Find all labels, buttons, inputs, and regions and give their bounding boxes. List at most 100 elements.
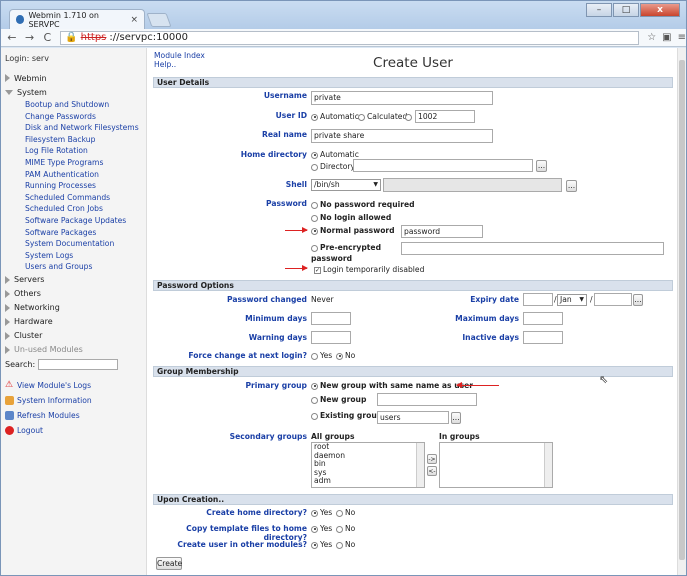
create-other-no[interactable]: No [336,540,355,549]
category-unused-modules[interactable]: Un-used Modules [5,343,146,357]
category-hardware[interactable]: Hardware [5,315,146,329]
address-bar[interactable]: 🔒 https://servpc:10000 [60,30,640,45]
view-logs-link[interactable]: ⚠ View Module's Logs [5,378,146,393]
module-link[interactable]: Filesystem Backup [25,134,146,146]
warning-days-input[interactable] [311,331,351,344]
module-link[interactable]: Software Packages [25,227,146,239]
close-window-button[interactable]: x [640,3,680,17]
reload-icon[interactable]: C [42,31,52,44]
existing-group-input[interactable]: users [377,411,449,424]
bookmark-star-icon[interactable]: ☆ [647,32,656,43]
inactive-days-input[interactable] [523,331,563,344]
module-link[interactable]: System Logs [25,250,146,262]
module-link[interactable]: Running Processes [25,180,146,192]
userid-calculated-option[interactable]: Calculated [358,112,407,121]
system-information-link[interactable]: System Information [5,393,146,408]
maximize-button[interactable]: □ [613,3,639,17]
category-servers[interactable]: Servers [5,273,146,287]
forward-icon[interactable]: → [25,31,35,44]
back-icon[interactable]: ← [7,31,17,44]
module-link[interactable]: PAM Authentication [25,169,146,181]
userid-automatic-option[interactable]: Automatic [311,112,359,121]
browser-tab[interactable]: Webmin 1.710 on SERVPC × [9,9,145,29]
login-disabled-checkbox[interactable]: ✓ Login temporarily disabled [314,265,424,274]
module-link[interactable]: Change Passwords [25,111,146,123]
in-groups-label: In groups [439,432,480,441]
homedir-browse-button[interactable]: ... [536,160,547,172]
pw-nologin-option[interactable]: No login allowed [311,213,391,222]
copy-files-yes[interactable]: Yes [311,524,332,533]
module-link[interactable]: MIME Type Programs [25,157,146,169]
category-webmin[interactable]: Webmin [5,71,146,85]
all-groups-list[interactable]: root daemon bin sys adm [311,442,425,488]
module-link[interactable]: Scheduled Cron Jobs [25,203,146,215]
pg-new-option[interactable]: New group [311,395,366,404]
module-link[interactable]: Scheduled Commands [25,192,146,204]
category-networking[interactable]: Networking [5,301,146,315]
force-change-no[interactable]: No [336,351,355,360]
scrollbar-thumb[interactable] [679,60,685,560]
expiry-year-input[interactable] [594,293,632,306]
annotation-arrow-icon [285,265,308,271]
min-days-input[interactable] [311,312,351,325]
pg-same-name-option[interactable]: New group with same name as user [311,381,473,390]
realname-input[interactable]: private share [311,129,493,143]
add-group-button[interactable]: -> [427,454,437,464]
userid-input[interactable]: 1002 [415,110,475,123]
list-scrollbar[interactable] [416,443,424,487]
pw-none-option[interactable]: No password required [311,200,415,209]
normal-password-input[interactable]: password [401,225,483,238]
expiry-month-select[interactable]: Jan [557,294,587,306]
extension-icon[interactable]: ▣ [662,32,671,43]
pw-preencrypted-option[interactable]: Pre-encrypted password [311,242,381,264]
in-groups-list[interactable] [439,442,553,488]
max-days-input[interactable] [523,312,563,325]
list-item[interactable]: adm [314,477,424,486]
module-link[interactable]: Software Package Updates [25,215,146,227]
minimize-button[interactable]: – [586,3,612,17]
category-cluster[interactable]: Cluster [5,329,146,343]
expiry-calendar-button[interactable]: ... [633,294,643,306]
force-change-yes[interactable]: Yes [311,351,332,360]
group-browse-button[interactable]: ... [451,412,461,424]
create-button[interactable]: Create [156,557,182,570]
radio-icon [311,163,318,171]
sidebar: Login: serv Webmin System Bootup and Shu… [1,48,147,575]
close-tab-icon[interactable]: × [130,15,138,25]
homedir-automatic-option[interactable]: Automatic [311,150,359,159]
expiry-day-input[interactable] [523,293,553,306]
shell-browse-button[interactable]: ... [566,180,577,192]
username-input[interactable]: private [311,91,493,105]
page-scrollbar[interactable] [677,48,686,575]
new-group-input[interactable] [377,393,477,406]
option-text: No [345,540,356,549]
module-link[interactable]: Disk and Network Filesystems [25,122,146,134]
create-home-yes[interactable]: Yes [311,508,332,517]
module-link[interactable]: Log File Rotation [25,145,146,157]
pg-existing-option[interactable]: Existing group [311,411,382,420]
list-item[interactable]: daemon [314,451,424,461]
module-link[interactable]: Bootup and Shutdown [25,99,146,111]
homedir-directory-option[interactable]: Directory [311,162,355,171]
list-scrollbar[interactable] [544,443,552,487]
option-text: Existing group [320,411,383,420]
menu-icon[interactable]: ≡ [678,32,686,43]
refresh-modules-link[interactable]: Refresh Modules [5,408,146,423]
preencrypted-password-input[interactable] [401,242,664,255]
shell-select[interactable]: /bin/sh [311,179,381,191]
logout-link[interactable]: Logout [5,423,146,438]
module-link[interactable]: System Documentation [25,238,146,250]
category-others[interactable]: Others [5,287,146,301]
module-link[interactable]: Users and Groups [25,261,146,273]
search-input[interactable] [38,358,119,370]
pw-normal-option[interactable]: Normal password [311,226,395,235]
create-other-yes[interactable]: Yes [311,540,332,549]
copy-files-no[interactable]: No [336,524,355,533]
userid-manual-radio[interactable] [405,112,414,121]
create-home-no[interactable]: No [336,508,355,517]
homedir-input[interactable] [353,159,533,172]
remove-group-button[interactable]: <- [427,466,437,476]
category-system[interactable]: System [5,85,146,99]
new-tab-button[interactable] [146,13,172,27]
list-item[interactable]: bin [314,460,424,469]
